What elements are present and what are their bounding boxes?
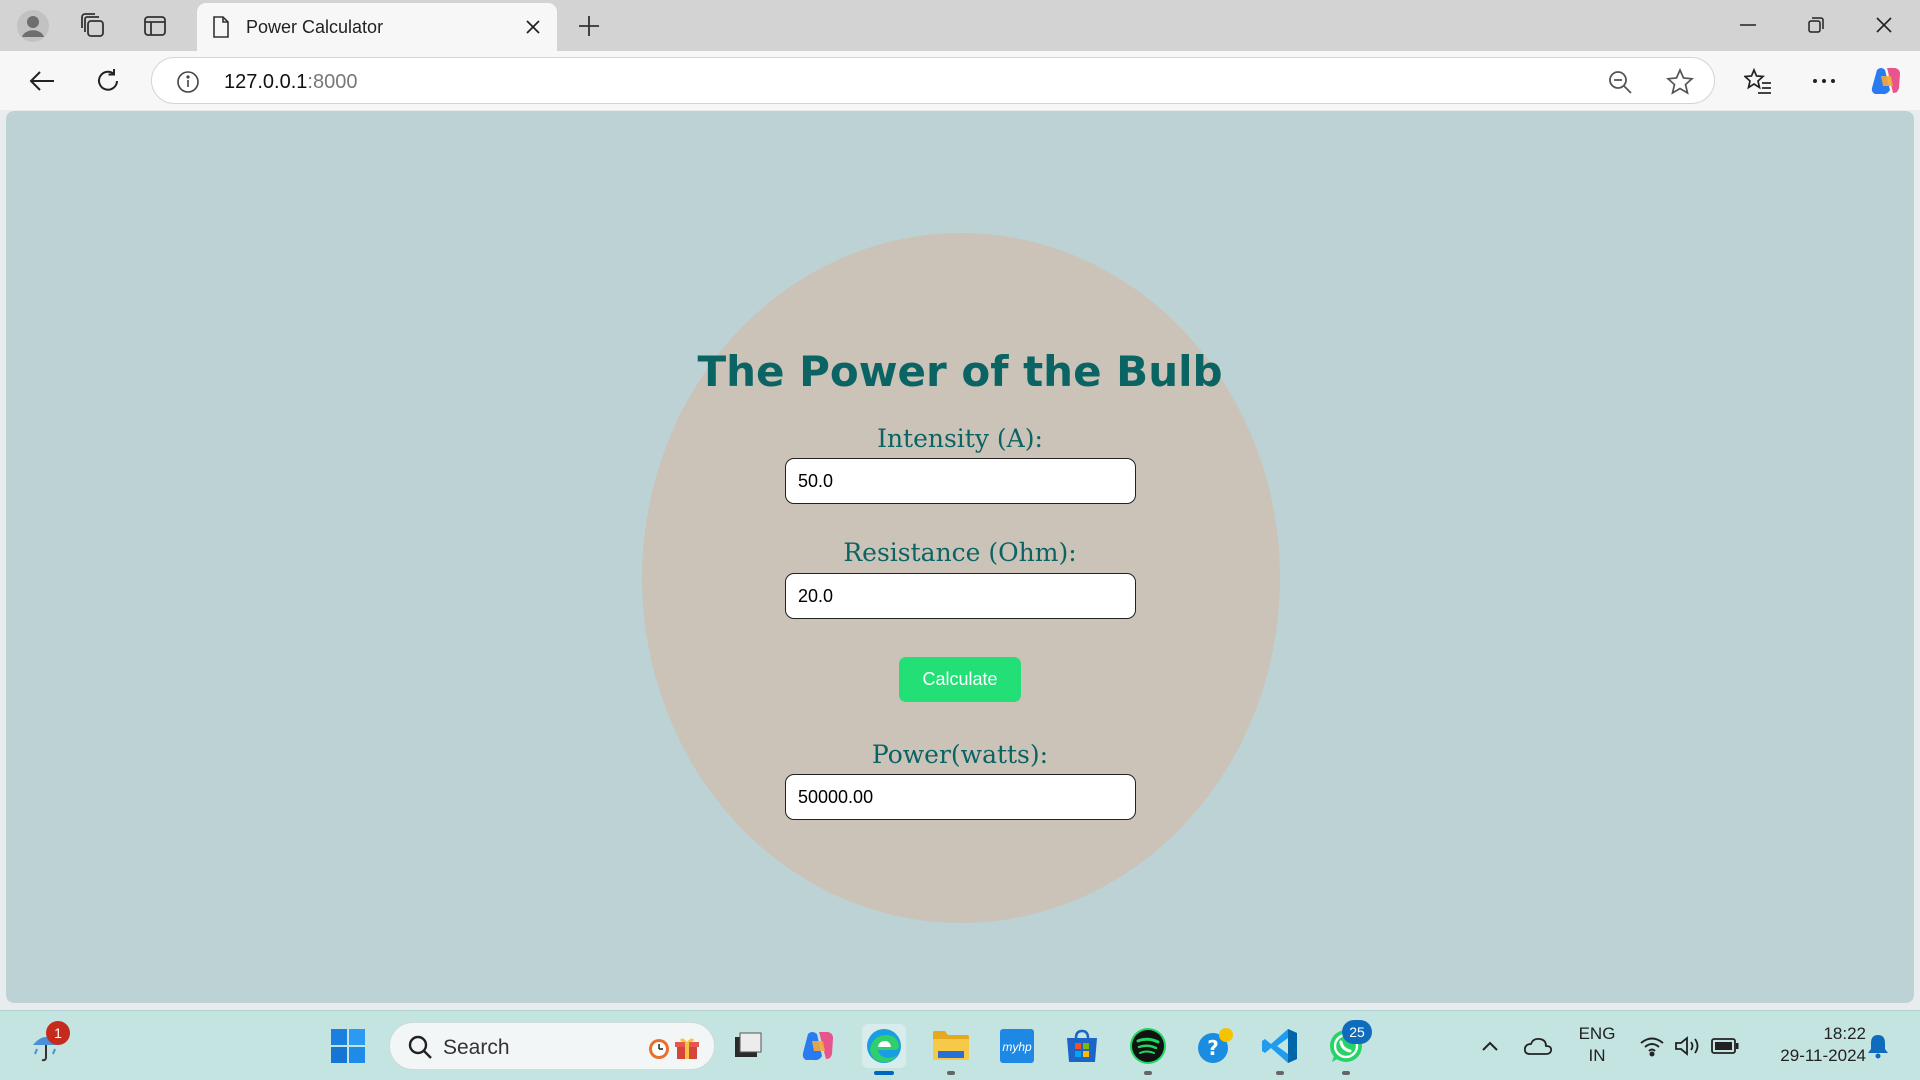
notification-bell-icon[interactable] (1856, 1024, 1900, 1068)
language-code: ENG (1578, 1024, 1616, 1043)
myhp-icon[interactable]: myhp (995, 1024, 1039, 1068)
running-app-indicator (1144, 1071, 1152, 1075)
browser-toolbar: 127.0.0.1:8000 (0, 51, 1920, 110)
search-icon (408, 1035, 432, 1059)
page-viewport: The Power of the Bulb Intensity (A): Res… (6, 111, 1914, 1003)
page-title: The Power of the Bulb (697, 347, 1223, 396)
power-output[interactable] (785, 774, 1136, 820)
onedrive-cloud-icon[interactable] (1516, 1024, 1560, 1068)
clock[interactable]: 18:22 29-11-2024 (1756, 1023, 1866, 1067)
running-app-indicator (1342, 1071, 1350, 1075)
search-placeholder: Search (443, 1036, 510, 1059)
active-app-indicator (874, 1071, 894, 1075)
profile-icon[interactable] (15, 8, 51, 44)
copilot-taskbar-icon[interactable] (796, 1024, 840, 1068)
spotify-icon[interactable] (1126, 1024, 1170, 1075)
file-explorer-icon[interactable] (929, 1024, 973, 1075)
running-app-indicator (1276, 1071, 1284, 1075)
zoom-out-icon[interactable] (1607, 69, 1633, 95)
copilot-icon[interactable] (1866, 61, 1906, 101)
refresh-icon[interactable] (88, 61, 128, 101)
tab-actions-icon[interactable] (137, 8, 173, 44)
intensity-input[interactable] (785, 458, 1136, 504)
weather-widget-icon[interactable]: 1 (24, 1021, 70, 1068)
minimize-icon[interactable] (1718, 6, 1778, 44)
whatsapp-icon[interactable]: 25 (1324, 1020, 1372, 1075)
page-icon (213, 16, 229, 38)
weather-badge: 1 (46, 1021, 70, 1045)
close-window-icon[interactable] (1854, 6, 1914, 44)
running-app-indicator (947, 1071, 955, 1075)
browser-tab-strip: Power Calculator (0, 0, 1920, 51)
resistance-input[interactable] (785, 573, 1136, 619)
new-tab-icon[interactable] (571, 8, 607, 44)
restore-icon[interactable] (1786, 6, 1846, 44)
resistance-label: Resistance (Ohm): (843, 538, 1077, 567)
whatsapp-badge: 25 (1342, 1020, 1372, 1044)
region-code: IN (1588, 1046, 1606, 1065)
microsoft-store-icon[interactable] (1060, 1024, 1104, 1068)
task-view-icon[interactable] (726, 1024, 770, 1068)
favorites-icon[interactable] (1738, 61, 1778, 101)
get-help-icon[interactable]: ? (1193, 1024, 1237, 1068)
power-label: Power(watts): (871, 740, 1049, 769)
clock-date: 29-11-2024 (1780, 1046, 1866, 1065)
battery-icon[interactable] (1703, 1024, 1747, 1068)
address-bar[interactable]: 127.0.0.1:8000 (151, 57, 1715, 104)
show-hidden-icons-chevron-icon[interactable] (1468, 1024, 1512, 1068)
calculate-button[interactable]: Calculate (899, 657, 1021, 702)
start-windows-icon[interactable] (326, 1024, 370, 1068)
tab-power-calculator[interactable]: Power Calculator (197, 3, 557, 51)
clock-time: 18:22 (1823, 1024, 1866, 1043)
gift-icon (675, 1038, 699, 1059)
tab-title: Power Calculator (246, 17, 384, 37)
favorite-star-icon[interactable] (1666, 68, 1694, 96)
intensity-label: Intensity (A): (877, 424, 1043, 453)
taskbar-search[interactable]: Search (389, 1022, 715, 1070)
windows-taskbar: 1 Search myhp ? 25 ENG IN 18:22 29-11-20… (0, 1010, 1920, 1080)
site-info-icon[interactable] (176, 70, 200, 94)
language-indicator[interactable]: ENG IN (1572, 1023, 1622, 1067)
edge-browser-icon[interactable] (862, 1024, 906, 1075)
url-text[interactable]: 127.0.0.1:8000 (224, 71, 357, 94)
back-icon[interactable] (22, 61, 62, 101)
workspaces-icon[interactable] (75, 8, 111, 44)
svg-text:?: ? (1207, 1036, 1219, 1060)
close-tab-icon[interactable] (521, 15, 545, 39)
alarm-clock-icon (649, 1039, 669, 1059)
vs-code-icon[interactable] (1258, 1024, 1302, 1075)
more-options-icon[interactable] (1804, 61, 1844, 101)
svg-text:myhp: myhp (1002, 1040, 1032, 1054)
